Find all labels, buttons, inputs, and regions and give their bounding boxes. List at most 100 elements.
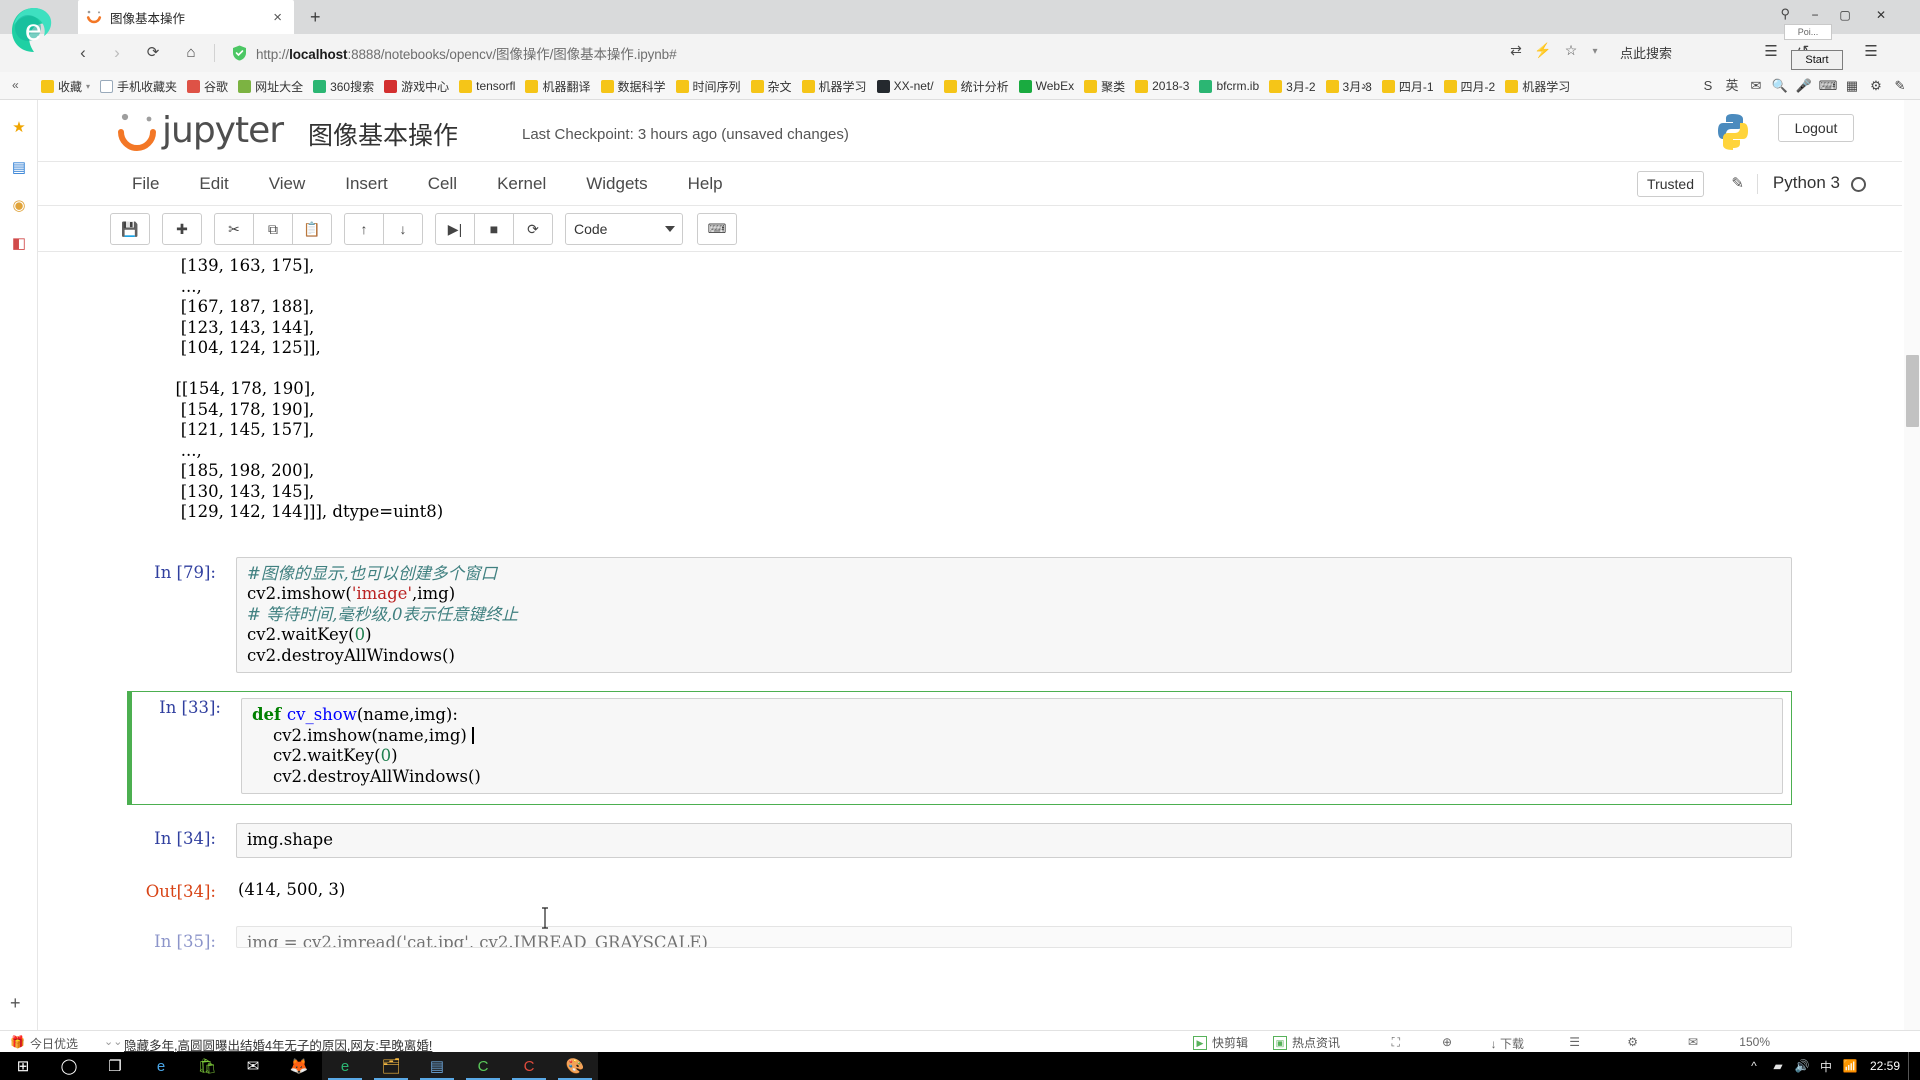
bookmark-tool-icon[interactable]: 🔍	[1768, 74, 1792, 98]
bookmark-item[interactable]: tensorfl	[454, 72, 520, 100]
code-cell-selected[interactable]: In [33]: def cv_show(name,img): cv2.imsho…	[127, 691, 1792, 805]
start-button[interactable]: ⊞	[0, 1052, 46, 1080]
bookmarks-overflow-icon[interactable]: »	[1362, 78, 1369, 93]
status-tool-1-icon[interactable]: ⛶	[1392, 1035, 1400, 1050]
status-tool-5-icon[interactable]: ⚙	[1627, 1035, 1638, 1049]
bookmark-item[interactable]: WebEx	[1014, 72, 1079, 100]
browser-tab[interactable]: 图像基本操作 ×	[78, 0, 294, 34]
bookmark-item[interactable]: bfcrm.ib	[1194, 72, 1264, 100]
chevron-down-icon[interactable]: ▾	[86, 82, 90, 91]
quick-clip-tool[interactable]: ▶ 快剪辑	[1192, 1034, 1248, 1051]
books-icon[interactable]: ◉	[7, 194, 31, 218]
task-view-button[interactable]: ❐	[92, 1052, 138, 1080]
reading-list-icon[interactable]: ▤	[7, 156, 31, 180]
store-taskbar-icon[interactable]: 🛍	[184, 1052, 230, 1080]
status-tool-2-icon[interactable]: ⊕	[1442, 1035, 1452, 1049]
code-cell[interactable]: In [34]: img.shape	[132, 823, 1792, 858]
bookmarks-collapse-icon[interactable]: «	[12, 78, 19, 92]
window-minimize-button[interactable]: −	[1802, 4, 1828, 26]
bookmark-item[interactable]: 机器学习	[797, 72, 872, 100]
command-palette-icon[interactable]: ⌨	[697, 213, 737, 245]
menu-kernel[interactable]: Kernel	[477, 162, 566, 206]
news-expand-icon[interactable]: ⌄⌄	[104, 1035, 122, 1048]
code-cell[interactable]: In [79]: #图像的显示,也可以创建多个窗口 cv2.imshow('imag…	[132, 556, 1792, 673]
window-close-button[interactable]: ✕	[1868, 4, 1894, 26]
foxmail-taskbar-icon[interactable]: 🦊	[276, 1052, 322, 1080]
star-icon[interactable]: ★	[7, 116, 31, 140]
save-icon[interactable]: 💾	[110, 213, 150, 245]
bookmark-item[interactable]: 收藏 ▾	[36, 72, 95, 100]
show-desktop-button[interactable]	[1908, 1052, 1914, 1080]
tray-expand-icon[interactable]: ^	[1742, 1052, 1766, 1080]
insert-cell-below-icon[interactable]: ✚	[162, 213, 202, 245]
move-down-icon[interactable]: ↓	[383, 213, 423, 245]
paint-taskbar-icon[interactable]: 🎨	[552, 1052, 598, 1080]
bookmark-item[interactable]: 四月-1	[1377, 72, 1439, 100]
bookmark-item[interactable]: 统计分析	[939, 72, 1014, 100]
notes-icon[interactable]: ☰	[1760, 42, 1782, 60]
kernel-idle-indicator-icon[interactable]	[1851, 177, 1866, 192]
notebook-name[interactable]: 图像基本操作	[308, 116, 458, 152]
tab-close-icon[interactable]: ×	[269, 10, 286, 25]
new-tab-button[interactable]: +	[302, 6, 329, 28]
browser-menu-icon[interactable]: ☰	[1860, 42, 1882, 60]
menu-widgets[interactable]: Widgets	[566, 162, 667, 206]
restart-icon[interactable]: ⟳	[513, 213, 553, 245]
status-tool-6-icon[interactable]: ✉	[1688, 1035, 1698, 1049]
bookmark-item[interactable]: 手机收藏夹	[95, 72, 182, 100]
cortana-button[interactable]: ◯	[46, 1052, 92, 1080]
tray-network-icon[interactable]: ▰	[1766, 1052, 1790, 1080]
bookmark-tool-icon[interactable]: 🎤	[1792, 74, 1816, 98]
netease-taskbar-icon[interactable]: C	[506, 1052, 552, 1080]
menu-file[interactable]: File	[112, 162, 179, 206]
window-pin-icon[interactable]: ⚲	[1780, 6, 1790, 22]
back-icon[interactable]: ‹	[70, 40, 96, 66]
bookmark-item[interactable]: XX-net/	[872, 72, 939, 100]
bookmark-tool-icon[interactable]: ✉	[1744, 74, 1768, 98]
bookmark-tool-icon[interactable]: ⌨	[1816, 74, 1840, 98]
reload-icon[interactable]: ⟳	[140, 40, 166, 66]
bookmark-item[interactable]: 机器翻译	[520, 72, 595, 100]
bookmark-item[interactable]: 2018-3	[1130, 72, 1194, 100]
bookmark-item[interactable]: 网址大全	[233, 72, 308, 100]
bookmark-tool-icon[interactable]: S	[1696, 74, 1720, 98]
cell-editor[interactable]: def cv_show(name,img): cv2.imshow(name,i…	[241, 698, 1783, 794]
scrollbar-thumb[interactable]	[1906, 355, 1919, 427]
onenote-taskbar-icon[interactable]: ▤	[414, 1052, 460, 1080]
bookmark-tool-icon[interactable]: ⚙	[1864, 74, 1888, 98]
menu-insert[interactable]: Insert	[325, 162, 408, 206]
start-button-overlay[interactable]: Start	[1791, 50, 1843, 70]
page-scrollbar[interactable]	[1904, 100, 1920, 1030]
bookmark-item[interactable]: 3月-2	[1264, 72, 1320, 100]
pencil-icon[interactable]: ✎	[1731, 174, 1744, 192]
run-icon[interactable]: ▶|	[435, 213, 475, 245]
cell-type-select[interactable]: Code	[565, 213, 683, 245]
menu-cell[interactable]: Cell	[408, 162, 477, 206]
bookmark-tool-icon[interactable]: 英	[1720, 74, 1744, 98]
chevron-down-icon[interactable]: ▾	[1584, 46, 1606, 57]
explorer-taskbar-icon[interactable]: 🗂	[368, 1052, 414, 1080]
bookmark-item[interactable]: 游戏中心	[379, 72, 454, 100]
cell-editor[interactable]: #图像的显示,也可以创建多个窗口 cv2.imshow('image',img) #…	[236, 556, 1792, 673]
tray-ime-icon[interactable]: 中	[1814, 1052, 1838, 1080]
wechat-taskbar-icon[interactable]: C	[460, 1052, 506, 1080]
stop-icon[interactable]: ■	[474, 213, 514, 245]
bookmark-item[interactable]: 机器学习	[1500, 72, 1575, 100]
notebook-scroll-area[interactable]: [139, 163, 175], ..., [167, 187, 188], […	[38, 252, 1902, 1030]
download-tool[interactable]: ↓ 下载	[1491, 1035, 1524, 1052]
paste-icon[interactable]: 📋	[292, 213, 332, 245]
bookmark-item[interactable]: 四月-2	[1439, 72, 1501, 100]
status-tool-4-icon[interactable]: ☰	[1569, 1035, 1580, 1049]
bookmark-star-icon[interactable]: ☆	[1560, 42, 1582, 59]
menu-view[interactable]: View	[249, 162, 326, 206]
forward-icon[interactable]: ›	[104, 40, 130, 66]
search-hint-label[interactable]: 点此搜索	[1620, 43, 1672, 62]
today-deals-label[interactable]: 今日优选	[30, 1035, 78, 1052]
trusted-badge[interactable]: Trusted	[1637, 171, 1704, 197]
move-up-icon[interactable]: ↑	[344, 213, 384, 245]
home-icon[interactable]: ⌂	[178, 40, 204, 66]
copy-icon[interactable]: ⧉	[253, 213, 293, 245]
bookmark-item[interactable]: 谷歌	[182, 72, 233, 100]
next-cell-partial[interactable]: In [35]: img = cv2.imread('cat.jpg', cv2…	[132, 926, 1792, 951]
share-icon[interactable]: ⇄	[1505, 42, 1527, 59]
